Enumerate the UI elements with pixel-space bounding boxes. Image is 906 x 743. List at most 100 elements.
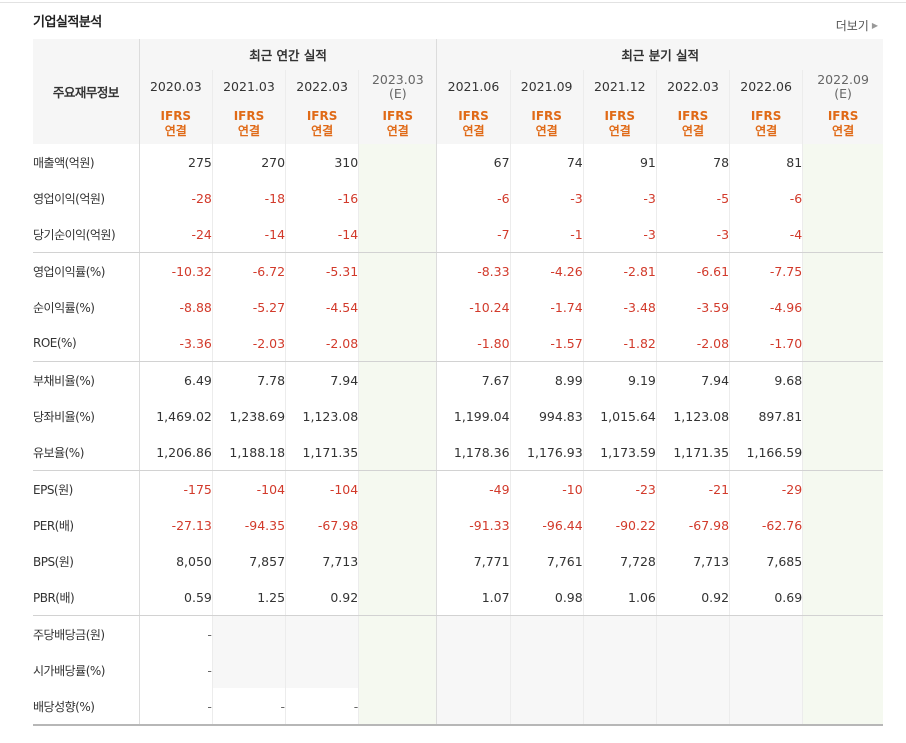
ifrs-header: IFRS 연결 <box>802 104 883 144</box>
table-cell: 7,857 <box>211 543 286 579</box>
period-header: 2022.06 <box>729 70 803 104</box>
table-cell: -23 <box>582 470 657 507</box>
table-cell <box>802 398 883 434</box>
table-cell <box>509 652 584 688</box>
table-cell <box>582 652 657 688</box>
table-cell: -2.08 <box>285 325 359 362</box>
row-label: ROE(%) <box>33 325 140 362</box>
table-cell: -175 <box>138 470 213 507</box>
table-cell <box>358 325 437 362</box>
table-cell: 7.94 <box>285 361 359 398</box>
table-cell: -2.81 <box>582 252 657 289</box>
table-cell: -8.88 <box>138 289 213 325</box>
table-cell: - <box>138 688 213 726</box>
table-row: 부채비율(%) 6.49 7.78 7.94 7.67 8.99 9.19 7.94 9.68 <box>33 361 883 398</box>
table-row: 순이익률(%) -8.88 -5.27 -4.54 -10.24 -1.74 -3.48 -3… <box>33 289 883 325</box>
corner-label: 주요재무정보 <box>33 39 140 144</box>
table-cell: 7.67 <box>436 361 511 398</box>
table-cell <box>802 652 883 688</box>
row-label: 영업이익률(%) <box>33 264 105 279</box>
table-cell: -4.26 <box>509 252 584 289</box>
table-cell: -1.74 <box>509 289 584 325</box>
table-cell: -7 <box>436 216 511 253</box>
table-row: 영업이익(억원) -28 -18 -16 -6 -3 -3 -5 -6 <box>33 180 883 216</box>
table-cell <box>358 579 437 616</box>
table-cell: -6 <box>436 180 511 216</box>
table-row: ROE(%) -3.36 -2.03 -2.08 -1.80 -1.57 -1.82 -2.0… <box>33 325 883 362</box>
table-cell: -14 <box>285 216 359 253</box>
table-cell: 1,199.04 <box>436 398 511 434</box>
period-sub: (E) <box>834 86 852 101</box>
table-cell: - <box>211 688 286 726</box>
section-title: 기업실적분석 <box>33 15 102 30</box>
table-cell: 275 <box>138 144 213 180</box>
table-cell <box>802 543 883 579</box>
period-header: 2021.06 <box>436 70 511 104</box>
period-header: 2022.03 <box>655 70 730 104</box>
table-cell: 0.92 <box>285 579 359 616</box>
period-label: 2021.03 <box>223 79 275 94</box>
period-label: 2021.12 <box>593 79 646 94</box>
table-cell: 0.98 <box>509 579 584 616</box>
table-cell: -3 <box>509 180 584 216</box>
table-row: PER(배) -27.13 -94.35 -67.98 -91.33 -96.44 -90.… <box>33 507 883 543</box>
ifrs-label: IFRS <box>458 109 489 123</box>
table-cell: 7,713 <box>655 543 730 579</box>
table-cell: -62.76 <box>729 507 803 543</box>
table-cell: 1,123.08 <box>655 398 730 434</box>
table-cell: -6.72 <box>211 252 286 289</box>
table-cell: 78 <box>655 144 730 180</box>
table-cell: -2.03 <box>211 325 286 362</box>
table-cell: 310 <box>285 144 359 180</box>
table-cell <box>358 252 437 289</box>
table-cell: 0.92 <box>655 579 730 616</box>
table-cell <box>358 470 437 507</box>
table-cell: 91 <box>582 144 657 180</box>
period-label: 2023.03 <box>371 72 424 87</box>
consolidated-label: 연결 <box>832 124 855 138</box>
table-cell: 74 <box>509 144 584 180</box>
table-cell <box>802 615 883 652</box>
table-cell: -1.70 <box>729 325 803 362</box>
table-cell: 897.81 <box>729 398 803 434</box>
table-cell: 0.69 <box>729 579 803 616</box>
more-link[interactable]: 더보기 ▶ <box>836 17 878 34</box>
table-cell: -94.35 <box>211 507 286 543</box>
table-cell: -90.22 <box>582 507 657 543</box>
row-label: 주당배당금(원) <box>33 627 105 642</box>
table-cell: -3 <box>582 180 657 216</box>
table-cell: 7,761 <box>509 543 584 579</box>
table-cell: 1.25 <box>211 579 286 616</box>
table-cell: 7,771 <box>436 543 511 579</box>
table-cell <box>802 180 883 216</box>
table-cell: 1,166.59 <box>729 434 803 471</box>
table-cell: -24 <box>138 216 213 253</box>
period-label: 2020.03 <box>149 79 202 94</box>
table-cell: 8,050 <box>138 543 213 579</box>
table-row: 배당성향(%) - - - <box>33 688 883 726</box>
table-row: 유보율(%) 1,206.86 1,188.18 1,171.35 1,178.36 1,… <box>33 434 883 471</box>
table-row: 당기순이익(억원) -24 -14 -14 -7 -1 -3 -3 -4 <box>33 216 883 253</box>
table-row: EPS(원) -175 -104 -104 -49 -10 -23 -21 -29 <box>33 470 883 507</box>
consolidated-label: 연결 <box>386 124 409 138</box>
table-cell <box>802 289 883 325</box>
table-cell: 1,123.08 <box>285 398 359 434</box>
table-cell: - <box>138 652 213 688</box>
table-cell: -21 <box>655 470 730 507</box>
table-cell <box>729 688 803 726</box>
consolidated-label: 연결 <box>237 124 261 138</box>
table-cell: 1,015.64 <box>582 398 657 434</box>
ifrs-header: IFRS 연결 <box>436 104 511 144</box>
table-cell <box>358 507 437 543</box>
table-cell: 0.59 <box>138 579 213 616</box>
row-label: 순이익률(%) <box>33 300 95 315</box>
table-cell: 7.94 <box>655 361 730 398</box>
table-cell: 1,176.93 <box>509 434 584 471</box>
table-cell: -96.44 <box>509 507 584 543</box>
table-cell: -10.32 <box>138 252 213 289</box>
table-cell <box>358 144 437 180</box>
table-cell: 994.83 <box>509 398 584 434</box>
table-cell: 9.68 <box>729 361 803 398</box>
table-cell <box>802 361 883 398</box>
table-cell <box>358 688 437 726</box>
